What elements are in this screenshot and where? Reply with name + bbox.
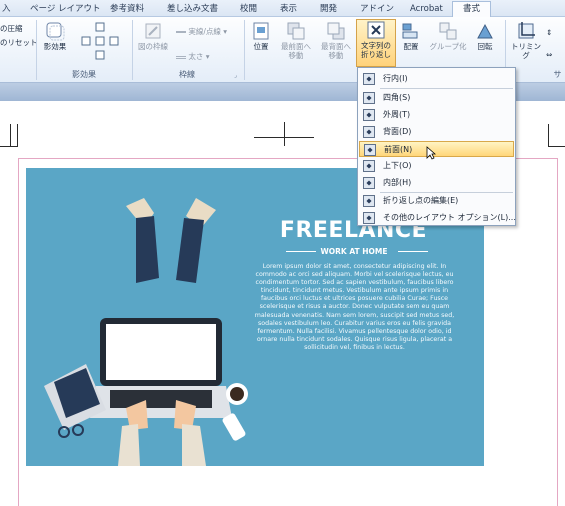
tab-view[interactable]: 表示 (280, 2, 297, 16)
menu-item-square[interactable]: 四角(S) (359, 90, 514, 106)
position-icon (253, 22, 269, 40)
tab-format[interactable]: 書式 (452, 1, 492, 18)
tab-developer[interactable]: 開発 (320, 2, 337, 16)
width-field-icon: ⇔ (546, 50, 553, 59)
crop-mark (548, 146, 565, 147)
wrap-through-icon (363, 177, 375, 189)
shadow-effects-group-label: 影効果 (72, 70, 96, 79)
margin-guide (18, 158, 19, 506)
line-style-dropdown[interactable]: 実線/点線 ▾ (176, 26, 227, 37)
tab-page-layout[interactable]: ページ レイアウト (30, 2, 101, 16)
poster-body-text: Lorem ipsum dolor sit amet, consectetur … (254, 263, 455, 351)
crop-mark (254, 137, 314, 138)
height-field-icon: ⇕ (546, 28, 553, 37)
crop-mark (284, 122, 285, 146)
crop-mark (0, 146, 18, 147)
align-button[interactable]: 配置 (398, 21, 424, 51)
rotate-button[interactable]: 回転 (472, 21, 498, 51)
poster-subtitle: WORK AT HOME (320, 247, 388, 256)
dialog-launcher-icon[interactable]: ⌟ (234, 72, 237, 79)
bring-to-front-icon (287, 22, 305, 40)
mouse-pointer-icon (426, 146, 436, 160)
ribbon-tab-bar: 入 ページ レイアウト 参考資料 差し込み文書 校閲 表示 開発 アドイン Ac… (0, 0, 565, 18)
tab-references[interactable]: 参考資料 (110, 2, 144, 16)
picture-border-button[interactable]: 図の枠線 (134, 21, 172, 51)
wrap-front-icon (364, 144, 376, 156)
send-to-back-icon (327, 22, 345, 40)
menu-item-inline[interactable]: 行内(I) (359, 71, 514, 87)
text-wrapping-button[interactable]: 文字列の 折り返し (356, 19, 396, 67)
text-wrapping-menu: 行内(I) 四角(S) 外周(T) 背面(D) 前面(N) 上下(O) 内部(H… (357, 67, 516, 226)
wrap-inline-icon (363, 73, 375, 85)
tab-addins[interactable]: アドイン (360, 2, 394, 16)
text-wrapping-icon (367, 21, 385, 39)
position-button[interactable]: 位置 (248, 21, 274, 51)
menu-item-tight[interactable]: 外周(T) (359, 107, 514, 123)
bring-to-front-button[interactable]: 最前面へ 移動 (278, 21, 314, 60)
menu-item-in-front[interactable]: 前面(N) (359, 141, 514, 157)
tab-mailings[interactable]: 差し込み文書 (167, 2, 218, 16)
align-icon (402, 23, 418, 39)
trim-button[interactable]: トリミング (510, 21, 542, 60)
picture-border-icon (145, 23, 161, 39)
tab-insert[interactable]: 入 (2, 2, 11, 16)
crop-icon (518, 22, 535, 39)
margin-guide (557, 158, 558, 506)
wrap-behind-icon (363, 126, 375, 138)
edit-wrap-points-icon (363, 195, 375, 207)
wrap-tight-icon (363, 109, 375, 121)
rotate-icon (477, 23, 493, 39)
shadow-nudge-icon[interactable] (80, 21, 124, 61)
crop-mark (548, 124, 549, 146)
send-to-back-button[interactable]: 最背面へ 移動 (317, 21, 355, 60)
shadow-effects-button[interactable]: 影効果 (40, 21, 70, 51)
layout-options-icon (363, 212, 375, 224)
tab-review[interactable]: 校閲 (240, 2, 257, 16)
tab-acrobat[interactable]: Acrobat (410, 2, 443, 16)
menu-item-edit-wrap-points[interactable]: 折り返し点の編集(E) (359, 193, 514, 209)
menu-item-behind-text[interactable]: 背面(D) (359, 124, 514, 140)
menu-item-through[interactable]: 内部(H) (359, 175, 514, 191)
reset-picture-button[interactable]: のリセット (0, 37, 38, 48)
menu-item-more-layout-options[interactable]: その他のレイアウト オプション(L)... (359, 210, 516, 226)
crop-mark (17, 124, 18, 146)
menu-item-top-bottom[interactable]: 上下(O) (359, 158, 514, 174)
compress-pictures-button[interactable]: の圧縮 (0, 23, 23, 34)
crop-mark (10, 124, 11, 146)
frame-group-label: 枠線 (179, 70, 195, 79)
group-button[interactable]: グループ化 (428, 21, 468, 51)
line-weight-dropdown[interactable]: 太さ ▾ (176, 51, 210, 62)
group-icon (439, 22, 457, 40)
wrap-square-icon (363, 92, 375, 104)
wrap-top-bottom-icon (363, 160, 375, 172)
size-group-label: サ (553, 70, 562, 79)
shadow-effects-icon (46, 22, 65, 41)
